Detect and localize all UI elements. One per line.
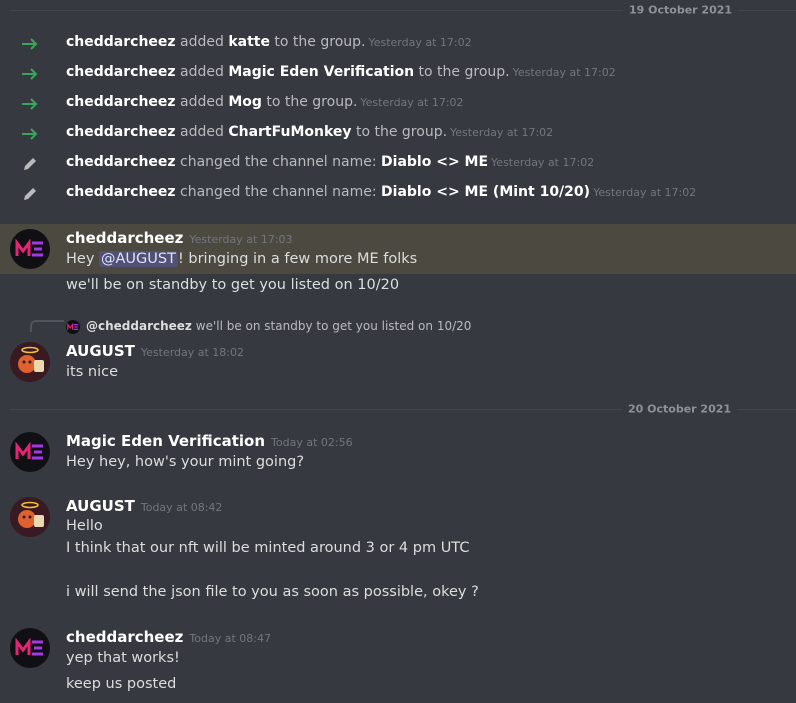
- august-avatar-icon: [10, 497, 50, 537]
- avatar[interactable]: [10, 342, 50, 382]
- reply-connector: [30, 320, 64, 332]
- message-content: keep us posted: [66, 676, 177, 692]
- me-logo-icon: [15, 638, 43, 656]
- system-actor[interactable]: cheddarcheez: [66, 154, 176, 170]
- message-content: I think that our nft will be minted arou…: [66, 540, 470, 556]
- system-target[interactable]: ChartFuMonkey: [228, 124, 351, 140]
- timestamp[interactable]: Yesterday at 17:02: [368, 36, 471, 49]
- timestamp[interactable]: Yesterday at 18:02: [141, 346, 244, 359]
- reply-preview[interactable]: @cheddarcheez we'll be on standby to get…: [86, 319, 471, 333]
- system-message: cheddarcheez changed the channel name: D…: [0, 152, 796, 176]
- chat-messages: 19 October 2021 cheddarcheez added katte…: [0, 0, 796, 703]
- arrow-right-icon: [20, 62, 40, 86]
- timestamp[interactable]: Yesterday at 17:02: [360, 96, 463, 109]
- avatar[interactable]: [10, 497, 50, 537]
- system-target[interactable]: Magic Eden Verification: [228, 64, 414, 80]
- user-mention[interactable]: @AUGUST: [99, 251, 178, 267]
- timestamp[interactable]: Today at 08:42: [141, 501, 223, 514]
- reply-avatar[interactable]: [66, 320, 80, 334]
- system-message: cheddarcheez changed the channel name: D…: [0, 182, 796, 206]
- message-author: AUGUST Today at 08:42: [66, 497, 223, 515]
- avatar[interactable]: [10, 229, 50, 269]
- system-message: cheddarcheez added katte to the group. Ye…: [0, 32, 796, 56]
- timestamp[interactable]: Yesterday at 17:02: [491, 156, 594, 169]
- timestamp[interactable]: Yesterday at 17:02: [593, 186, 696, 199]
- date-divider-label: 19 October 2021: [623, 3, 739, 17]
- message-content: i will send the json file to you as soon…: [66, 584, 479, 600]
- message-content: its nice: [66, 364, 118, 380]
- system-message: cheddarcheez added Magic Eden Verificati…: [0, 62, 796, 86]
- avatar[interactable]: [10, 628, 50, 668]
- message-author: cheddarcheez Today at 08:47: [66, 628, 271, 646]
- pencil-icon: [20, 182, 40, 206]
- timestamp[interactable]: Yesterday at 17:02: [450, 126, 553, 139]
- arrow-right-icon: [20, 92, 40, 116]
- me-logo-icon: [15, 239, 43, 257]
- message-content: yep that works!: [66, 650, 180, 666]
- channel-name: Diablo <> ME: [381, 154, 489, 170]
- message-content: Hey @AUGUST! bringing in a few more ME f…: [66, 251, 418, 267]
- channel-name: Diablo <> ME (Mint 10/20): [381, 184, 591, 200]
- august-avatar-icon: [10, 342, 50, 382]
- pencil-icon: [20, 152, 40, 176]
- arrow-right-icon: [20, 32, 40, 56]
- message-content: we'll be on standby to get you listed on…: [66, 277, 400, 293]
- message-author: AUGUST Yesterday at 18:02: [66, 342, 245, 360]
- system-actor[interactable]: cheddarcheez: [66, 64, 176, 80]
- message-content: Hello: [66, 518, 103, 534]
- arrow-right-icon: [20, 122, 40, 146]
- message-content: Hey hey, how's your mint going?: [66, 454, 305, 470]
- system-message: cheddarcheez added Mog to the group. Yest…: [0, 92, 796, 116]
- message-author: cheddarcheez Yesterday at 17:03: [66, 229, 293, 247]
- timestamp[interactable]: Yesterday at 17:03: [189, 233, 292, 246]
- system-actor[interactable]: cheddarcheez: [66, 34, 176, 50]
- system-actor[interactable]: cheddarcheez: [66, 184, 176, 200]
- system-target[interactable]: katte: [228, 34, 270, 50]
- system-actor[interactable]: cheddarcheez: [66, 94, 176, 110]
- avatar[interactable]: [10, 432, 50, 472]
- timestamp[interactable]: Today at 02:56: [271, 436, 353, 449]
- timestamp[interactable]: Today at 08:47: [189, 632, 271, 645]
- system-target[interactable]: Mog: [228, 94, 262, 110]
- message-author: Magic Eden Verification Today at 02:56: [66, 432, 353, 450]
- system-message: cheddarcheez added ChartFuMonkey to the …: [0, 122, 796, 146]
- me-logo-icon: [15, 442, 43, 460]
- date-divider-label: 20 October 2021: [622, 402, 738, 416]
- system-actor[interactable]: cheddarcheez: [66, 124, 176, 140]
- timestamp[interactable]: Yesterday at 17:02: [513, 66, 616, 79]
